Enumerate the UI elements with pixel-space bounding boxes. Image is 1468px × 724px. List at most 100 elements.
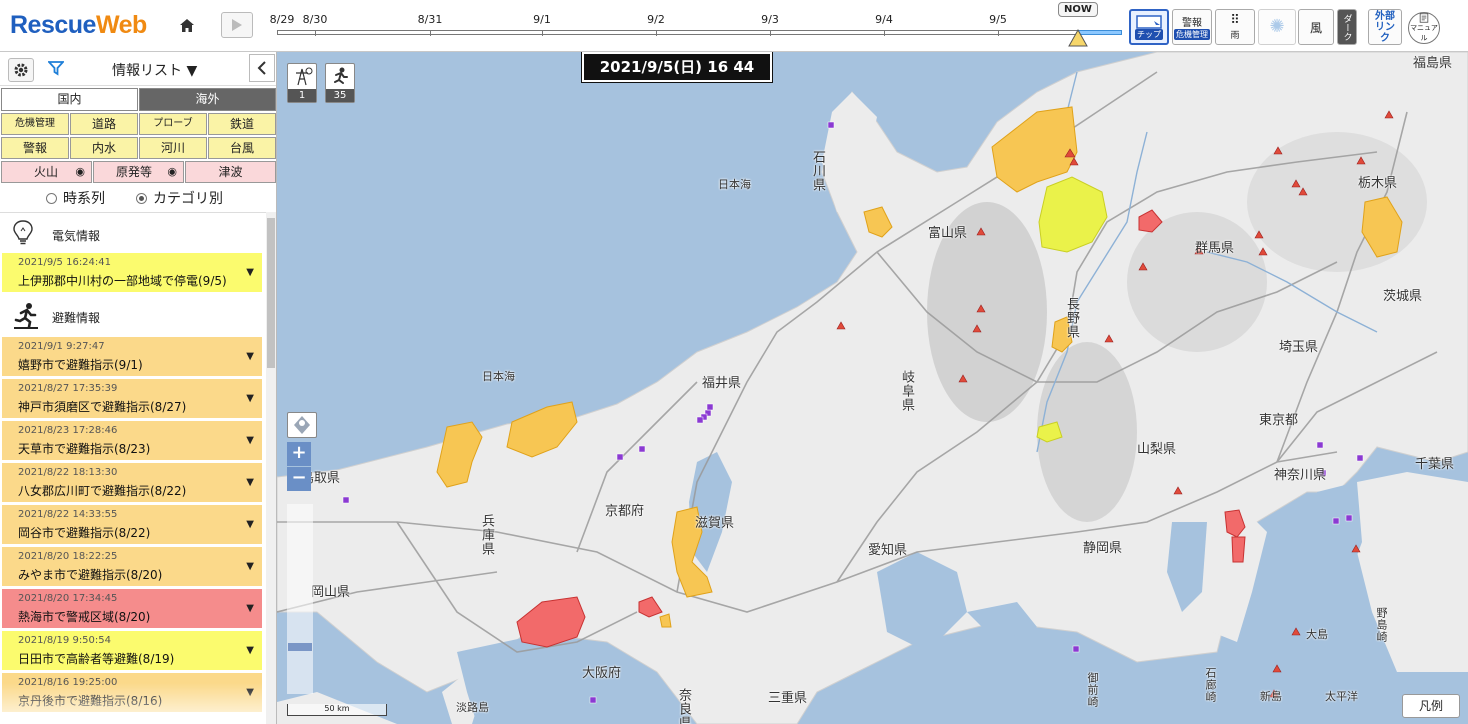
category-volcano[interactable]: 火山 ◉ [1, 161, 92, 183]
map-scale: 50 km [287, 704, 387, 716]
recenter-button[interactable] [287, 412, 317, 438]
map-label: 神奈川県 [1274, 468, 1327, 483]
chevron-down-icon[interactable]: ▼ [246, 645, 254, 656]
power-tower-icon [296, 67, 313, 86]
external-link-button[interactable]: 外部リンク [1368, 9, 1402, 45]
manual-button[interactable]: マニュアル [1408, 12, 1440, 44]
chevron-down-icon[interactable]: ▼ [246, 561, 254, 572]
map-label: 東京都 [1259, 413, 1299, 428]
zoom-in-button[interactable]: + [287, 442, 311, 466]
category-railway[interactable]: 鉄道 [208, 113, 276, 135]
rain-grid-icon: ⠿ [1230, 12, 1240, 28]
list-item[interactable]: 2021/9/5 16:24:41 上伊那郡中川村の一部地域で停電(9/5) ▼ [2, 253, 262, 293]
chevron-down-icon[interactable]: ▼ [246, 393, 254, 404]
sun-icon: ✺ [1269, 16, 1285, 37]
category-crisis[interactable]: 危機管理 [1, 113, 69, 135]
list-item[interactable]: 2021/8/27 17:35:39 神戸市須磨区で避難指示(8/27) ▼ [2, 379, 262, 419]
dark-mode-button[interactable]: ダーク [1337, 9, 1357, 45]
sidebar: 情報リスト ▼ 国内 海外 危機管理 道路 プローブ 鉄道 警報 内水 河川 台… [0, 52, 277, 724]
timeline-date: 9/3 [761, 13, 779, 26]
list-scrollbar[interactable] [266, 212, 276, 724]
legend-button[interactable]: 凡例 [1402, 694, 1460, 718]
list-item[interactable]: 2021/8/19 9:50:54 日田市で高齢者等避難(8/19) ▼ [2, 631, 262, 671]
timeline-tick [542, 30, 543, 36]
category-probe[interactable]: プローブ [139, 113, 207, 135]
running-person-icon [334, 67, 348, 84]
radio-dot-selected [136, 192, 147, 204]
list-item[interactable]: 2021/9/1 9:27:47 嬉野市で避難指示(9/1) ▼ [2, 337, 262, 377]
timeline-tick [998, 30, 999, 36]
timeline-handle-icon[interactable] [1068, 29, 1088, 47]
typhoon-button[interactable]: ✺ [1258, 9, 1296, 45]
list-item[interactable]: 2021/8/23 17:28:46 天草市で避難指示(8/23) ▼ [2, 421, 262, 461]
timeline-date: 9/1 [533, 13, 551, 26]
map-label: 奈良県 [676, 688, 691, 724]
home-button[interactable] [176, 14, 198, 36]
document-icon [1419, 13, 1429, 23]
section-power: 電気情報 [0, 215, 266, 253]
category-nuclear[interactable]: 原発等 ◉ [93, 161, 184, 183]
timeline[interactable]: 8/29 8/30 8/31 9/1 9/2 9/3 9/4 9/5 NOW [270, 2, 1124, 47]
map-label: 栃木県 [1358, 176, 1398, 191]
map-label: 山梨県 [1137, 442, 1177, 457]
map-canvas[interactable] [277, 52, 1468, 724]
map-label: 群馬県 [1195, 241, 1235, 256]
lightbulb-icon [13, 220, 33, 245]
radio-by-category[interactable]: カテゴリ別 [136, 188, 223, 208]
info-list-dropdown[interactable]: 情報リスト ▼ [112, 60, 197, 80]
map-label: 御前崎 [1086, 672, 1099, 708]
list-item[interactable]: 2021/8/20 17:34:45 熱海市で警戒区域(8/20) ▼ [2, 589, 262, 629]
zoom-slider-knob[interactable] [288, 643, 312, 651]
chevron-down-icon[interactable]: ▼ [246, 519, 254, 530]
home-icon [180, 18, 194, 32]
power-layer-button[interactable]: 1 [287, 63, 317, 103]
map-label: 大島 [1306, 628, 1328, 641]
radio-chronological[interactable]: 時系列 [46, 188, 105, 208]
map-label: 日本海 [718, 178, 751, 191]
list-item[interactable]: 2021/8/20 18:22:25 みやま市で避難指示(8/20) ▼ [2, 547, 262, 587]
play-button[interactable] [221, 12, 253, 38]
warning-area-red[interactable] [1231, 536, 1246, 563]
zoom-slider[interactable] [287, 504, 313, 694]
collapse-sidebar-button[interactable] [249, 54, 275, 82]
chevron-down-icon[interactable]: ▼ [246, 687, 254, 698]
list-item[interactable]: 2021/8/22 18:13:30 八女郡広川町で避難指示(8/22) ▼ [2, 463, 262, 503]
eye-icon[interactable]: ◉ [75, 162, 85, 182]
evacuation-layer-button[interactable]: 35 [325, 63, 355, 103]
tab-domestic[interactable]: 国内 [1, 88, 138, 111]
warning-area-orange[interactable] [659, 613, 672, 628]
chevron-down-icon[interactable]: ▼ [246, 603, 254, 614]
rain-button[interactable]: ⠿ 雨 [1215, 9, 1255, 45]
tab-overseas[interactable]: 海外 [139, 88, 276, 111]
map-label: 千葉県 [1415, 457, 1455, 472]
map-label: 茨城県 [1383, 289, 1423, 304]
mountain-shade [1247, 132, 1427, 272]
chevron-down-icon[interactable]: ▼ [246, 477, 254, 488]
category-typhoon[interactable]: 台風 [208, 137, 276, 159]
chevron-down-icon[interactable]: ▼ [246, 435, 254, 446]
filter-icon[interactable] [48, 60, 64, 76]
timeline-track[interactable] [277, 30, 1077, 35]
datetime-display: 2021/9/5(日) 16 44 [582, 52, 772, 82]
eye-icon[interactable]: ◉ [167, 162, 177, 182]
now-button[interactable]: NOW [1058, 2, 1098, 17]
category-warning[interactable]: 警報 [1, 137, 69, 159]
wind-button[interactable]: 風 [1298, 9, 1334, 45]
category-inland-flood[interactable]: 内水 [70, 137, 138, 159]
chevron-down-icon[interactable]: ▼ [246, 351, 254, 362]
map-label: 石廊崎 [1204, 667, 1217, 703]
category-river[interactable]: 河川 [139, 137, 207, 159]
category-tsunami[interactable]: 津波 [185, 161, 276, 183]
chevron-down-icon[interactable]: ▼ [246, 267, 254, 278]
alert-button[interactable]: 警報 危機管理 [1172, 9, 1212, 45]
map-view[interactable]: 石川県 富山県 福井県 岐阜県 長野県 群馬県 栃木県 茨城県 埼玉県 東京都 … [277, 52, 1468, 724]
app-logo[interactable]: RescueWeb [10, 11, 147, 40]
chip-button[interactable]: チップ [1129, 9, 1169, 45]
zoom-out-button[interactable]: − [287, 467, 311, 491]
timeline-date: 9/4 [875, 13, 893, 26]
category-road[interactable]: 道路 [70, 113, 138, 135]
settings-button[interactable] [8, 58, 34, 82]
list-item[interactable]: 2021/8/16 19:25:00 京丹後市で避難指示(8/16) ▼ [2, 673, 262, 713]
scrollbar-thumb[interactable] [267, 218, 275, 368]
list-item[interactable]: 2021/8/22 14:33:55 岡谷市で避難指示(8/22) ▼ [2, 505, 262, 545]
